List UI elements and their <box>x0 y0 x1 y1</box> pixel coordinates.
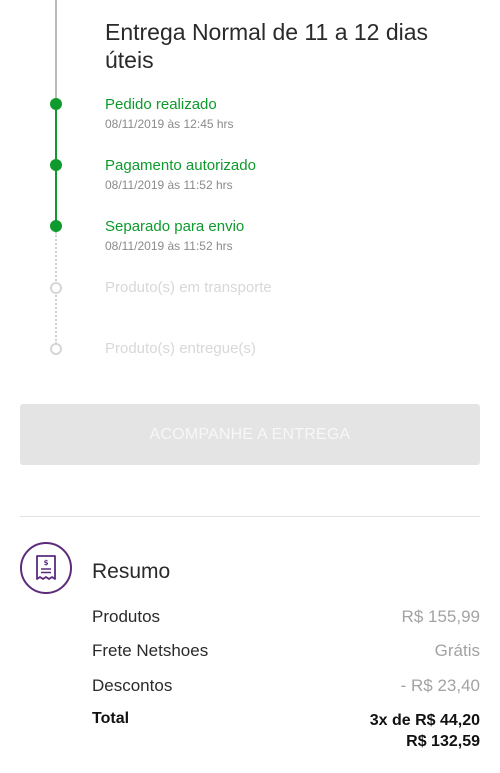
summary-row-value: R$ 155,99 <box>401 607 480 626</box>
summary-row-value: Grátis <box>434 641 480 660</box>
svg-text:$: $ <box>44 559 49 567</box>
receipt-icon-graphic: $ <box>36 555 56 580</box>
step-dot-completed <box>50 220 62 232</box>
summary-row-descontos: Descontos - R$ 23,40 <box>92 676 480 696</box>
summary-row-label: Frete Netshoes <box>92 641 209 660</box>
summary-row-label: Produtos <box>92 607 161 626</box>
step-label: Pagamento autorizado <box>105 157 256 174</box>
step-dot-completed <box>50 159 62 171</box>
step-dot-pending <box>50 343 62 355</box>
summary-row-frete: Frete Netshoes Grátis <box>92 641 480 661</box>
step-label: Produto(s) em transporte <box>105 279 272 296</box>
summary-row-label: Descontos <box>92 676 173 695</box>
receipt-icon: $ <box>20 542 72 594</box>
track-delivery-button[interactable]: ACOMPANHE A ENTREGA <box>20 404 480 465</box>
total-amount: R$ 132,59 <box>406 733 480 750</box>
total-installments: 3x de R$ 44,20 <box>369 712 480 729</box>
total-values: 3x de R$ 44,20 R$ 132,59 <box>370 710 480 752</box>
summary-title: Resumo <box>92 560 171 583</box>
total-label: Total <box>92 710 130 727</box>
step-label: Separado para envio <box>105 218 245 235</box>
section-divider <box>20 516 480 517</box>
summary-row-value: - R$ 23,40 <box>400 676 480 695</box>
step-dot-pending <box>50 282 62 294</box>
step-timestamp: 08/11/2019 às 12:45 hrs <box>105 117 234 131</box>
step-timestamp: 08/11/2019 às 11:52 hrs <box>105 178 233 192</box>
step-timestamp: 08/11/2019 às 11:52 hrs <box>105 239 233 253</box>
step-label: Pedido realizado <box>105 96 217 113</box>
timeline-line-top <box>55 0 57 103</box>
order-tracking-page: Entrega Normal de 11 a 12 dias úteis Ped… <box>0 0 500 773</box>
order-timeline: Pedido realizado 08/11/2019 às 12:45 hrs… <box>0 0 500 380</box>
step-dot-completed <box>50 98 62 110</box>
summary-row-produtos: Produtos R$ 155,99 <box>92 607 480 627</box>
step-label: Produto(s) entregue(s) <box>105 340 256 357</box>
